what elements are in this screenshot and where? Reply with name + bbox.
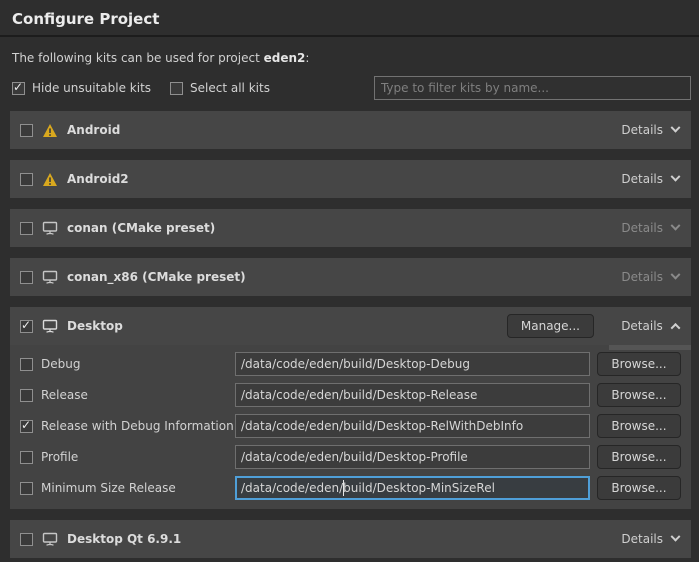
kit-checkbox[interactable] xyxy=(20,173,33,186)
details-button[interactable]: Details xyxy=(621,221,679,235)
kit-name: Android2 xyxy=(67,172,129,186)
kit-name: conan (CMake preset) xyxy=(67,221,215,235)
config-row-relwithdebinfo: Release with Debug Information Browse... xyxy=(20,414,681,438)
page-title: Configure Project xyxy=(0,0,699,28)
config-label: Release with Debug Information xyxy=(41,419,235,433)
chevron-down-icon xyxy=(671,531,681,541)
details-label: Details xyxy=(621,221,663,235)
config-checkbox[interactable] xyxy=(20,482,33,495)
desktop-icon xyxy=(42,319,58,334)
text-caret xyxy=(343,480,344,496)
kit-row-conan: conan (CMake preset) Details xyxy=(10,209,691,247)
build-dir-field xyxy=(235,383,590,407)
build-dir-input[interactable] xyxy=(235,476,590,500)
build-dir-field xyxy=(235,352,590,376)
browse-button[interactable]: Browse... xyxy=(597,352,681,376)
build-dir-field xyxy=(235,414,590,438)
intro-text-after: : xyxy=(305,51,309,65)
config-label: Minimum Size Release xyxy=(41,481,235,495)
config-row-profile: Profile Browse... xyxy=(20,445,681,469)
desktop-icon xyxy=(42,532,58,547)
config-checkbox[interactable] xyxy=(20,358,33,371)
kit-checkbox[interactable] xyxy=(20,124,33,137)
details-label: Details xyxy=(621,532,663,546)
select-all-checkbox[interactable] xyxy=(170,82,183,95)
build-dir-field xyxy=(235,476,590,500)
intro-text: The following kits can be used for proje… xyxy=(0,37,699,65)
config-checkbox[interactable] xyxy=(20,451,33,464)
kit-row-android2: Android2 Details xyxy=(10,160,691,198)
config-checkbox[interactable] xyxy=(20,389,33,402)
kit-checkbox[interactable] xyxy=(20,533,33,546)
kit-row-conan-x86: conan_x86 (CMake preset) Details xyxy=(10,258,691,296)
details-button[interactable]: Details xyxy=(621,123,679,137)
chevron-down-icon xyxy=(671,122,681,132)
manage-button[interactable]: Manage... xyxy=(507,314,594,338)
select-all-label: Select all kits xyxy=(190,81,270,95)
details-label: Details xyxy=(621,172,663,186)
details-label: Details xyxy=(621,270,663,284)
kit-filter-input[interactable] xyxy=(374,76,691,100)
kit-name: Android xyxy=(67,123,120,137)
config-row-minsizerel: Minimum Size Release Browse... xyxy=(20,476,681,500)
chevron-down-icon xyxy=(671,269,681,279)
config-label: Profile xyxy=(41,450,235,464)
hide-unsuitable-label: Hide unsuitable kits xyxy=(32,81,151,95)
details-label: Details xyxy=(621,319,663,333)
chevron-up-icon xyxy=(670,322,680,332)
kit-name: Desktop Qt 6.9.1 xyxy=(67,532,181,546)
kit-row-desktop-qt: Desktop Qt 6.9.1 Details xyxy=(10,520,691,558)
config-checkbox[interactable] xyxy=(20,420,33,433)
build-dir-input[interactable] xyxy=(235,445,590,469)
config-row-debug: Debug Browse... xyxy=(20,352,681,376)
intro-text-before: The following kits can be used for proje… xyxy=(12,51,264,65)
filter-toolbar: Hide unsuitable kits Select all kits xyxy=(12,76,691,100)
kit-checkbox[interactable] xyxy=(20,222,33,235)
browse-button[interactable]: Browse... xyxy=(597,383,681,407)
kit-section-desktop: Desktop Manage... Details Debug Browse..… xyxy=(10,307,691,509)
chevron-down-icon xyxy=(671,171,681,181)
config-label: Debug xyxy=(41,357,235,371)
config-row-release: Release Browse... xyxy=(20,383,681,407)
browse-button[interactable]: Browse... xyxy=(597,445,681,469)
config-label: Release xyxy=(41,388,235,402)
desktop-icon xyxy=(42,270,58,285)
kit-name: conan_x86 (CMake preset) xyxy=(67,270,246,284)
details-button[interactable]: Details xyxy=(621,172,679,186)
hide-unsuitable-checkbox[interactable] xyxy=(12,82,25,95)
kit-row-desktop: Desktop Manage... Details xyxy=(10,307,691,345)
kit-name: Desktop xyxy=(67,319,123,333)
project-name: eden2 xyxy=(264,51,306,65)
build-dir-input[interactable] xyxy=(235,414,590,438)
details-button[interactable]: Details xyxy=(621,532,679,546)
details-button[interactable]: Details xyxy=(621,270,679,284)
browse-button[interactable]: Browse... xyxy=(597,414,681,438)
build-dir-field xyxy=(235,445,590,469)
details-label: Details xyxy=(621,123,663,137)
details-button[interactable]: Details xyxy=(609,319,691,333)
kit-row-android: Android Details xyxy=(10,111,691,149)
browse-button[interactable]: Browse... xyxy=(597,476,681,500)
warning-icon xyxy=(42,123,58,138)
warning-icon xyxy=(42,172,58,187)
chevron-down-icon xyxy=(671,220,681,230)
kit-checkbox[interactable] xyxy=(20,320,33,333)
build-dir-input[interactable] xyxy=(235,383,590,407)
build-dir-input[interactable] xyxy=(235,352,590,376)
desktop-icon xyxy=(42,221,58,236)
kit-checkbox[interactable] xyxy=(20,271,33,284)
